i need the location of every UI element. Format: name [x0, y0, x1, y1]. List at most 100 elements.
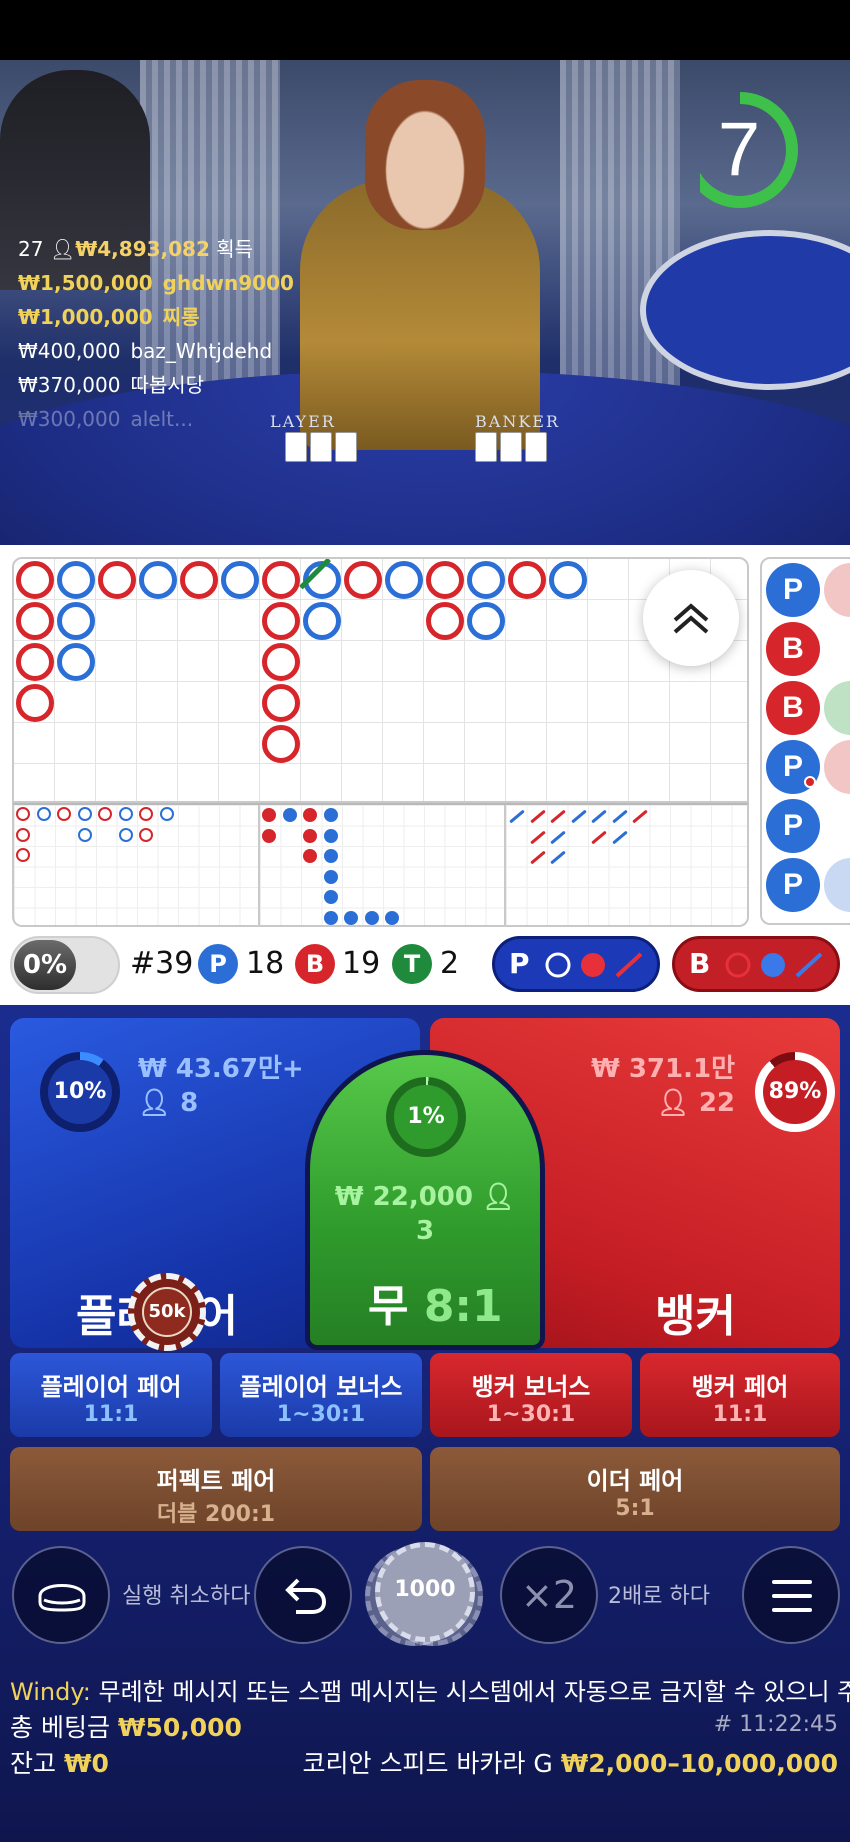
- small-road-mark: [303, 828, 317, 843]
- bead-player: P: [766, 799, 820, 853]
- banker-circle: [262, 643, 300, 681]
- game-info[interactable]: 코리안 스피드 바카라 G ₩2,000–10,000,000: [303, 1744, 838, 1780]
- player-user-count: 8: [180, 1088, 199, 1118]
- big-eye-mark: [159, 807, 174, 821]
- big-eye-mark: [118, 827, 133, 842]
- cockroach-mark: [550, 830, 566, 844]
- player-total-amount: ₩ 43.67만+: [138, 1054, 304, 1084]
- playing-card: [310, 432, 332, 462]
- menu-button[interactable]: [742, 1546, 840, 1644]
- bead-player: P: [766, 563, 820, 617]
- bead-partial: [824, 858, 850, 912]
- big-eye-mark: [36, 807, 51, 821]
- chip-value: 1000: [394, 1577, 456, 1602]
- double-button[interactable]: ×2: [500, 1546, 598, 1644]
- banker-percent: 89%: [763, 1060, 827, 1124]
- chat-user: Windy:: [10, 1678, 91, 1706]
- player-pair-bet[interactable]: 플레이어 페어 11:1: [10, 1353, 212, 1437]
- banker-bonus-bet[interactable]: 뱅커 보너스 1~30:1: [430, 1353, 632, 1437]
- banker-predict-button[interactable]: B: [672, 936, 840, 992]
- felt-banker-text: BANKER: [475, 412, 560, 431]
- banker-circle: [262, 725, 300, 763]
- player-predict-button[interactable]: P: [492, 936, 660, 992]
- table-view-button[interactable]: [12, 1546, 110, 1644]
- tie-bet-info: ₩ 22,000 👤︎ 3: [330, 1180, 520, 1248]
- tie-title-row: 무 8:1: [368, 1270, 503, 1334]
- big-eye-mark: [16, 807, 30, 821]
- player-bonus-bet[interactable]: 플레이어 보너스 1~30:1: [220, 1353, 422, 1437]
- chat-message[interactable]: Windy: 무례한 메시지 또는 스팸 메시지는 시스템에서 자동으로 금지할…: [10, 1672, 850, 1707]
- big-eye-mark: [77, 827, 92, 842]
- bead-player-pair: P: [766, 740, 820, 794]
- banker-circle: [180, 561, 218, 599]
- chevron-up-icon: [673, 603, 709, 634]
- timer-number: 7: [717, 107, 761, 192]
- either-pair-bet[interactable]: 이더 페어 5:1: [430, 1447, 840, 1531]
- tie-percent-ring: 1%: [386, 1077, 466, 1157]
- round-number: #39: [130, 946, 194, 981]
- bead-partial: [824, 681, 850, 735]
- player-circle: [221, 561, 259, 599]
- banker-count: 19: [342, 946, 381, 981]
- small-road-mark: [323, 849, 338, 863]
- big-eye-mark: [16, 827, 30, 842]
- pair-dot: [804, 776, 816, 788]
- big-eye-mark: [139, 807, 153, 821]
- winner-row: ₩1,500,000 ghdwn9000: [18, 271, 294, 295]
- countdown-timer: 7: [682, 90, 820, 210]
- banker-circle: [262, 561, 300, 599]
- perfect-pair-bet[interactable]: 퍼펙트 페어 더블 200:1: [10, 1447, 422, 1531]
- balance: 잔고 ₩0: [10, 1744, 109, 1780]
- roadmap-stats: 0% #39 P 18 B 19 T 2 P B: [0, 930, 850, 1000]
- player-circle: [57, 643, 95, 681]
- big-eye-mark: [118, 807, 133, 821]
- banker-bet-info: ₩ 371.1만 👤︎ 22: [591, 1052, 735, 1120]
- chat-text: 무례한 메시지 또는 스팸 메시지는 시스템에서 자동으로 금지할 수 있으니 …: [98, 1678, 850, 1706]
- small-road-mark: [385, 910, 399, 925]
- balance-label: 잔고: [10, 1749, 57, 1778]
- derived-roads[interactable]: [12, 803, 749, 927]
- small-road-mark: [303, 808, 317, 822]
- playing-card: [335, 432, 357, 462]
- winner-row: ₩300,000 alelt...: [18, 407, 194, 431]
- tie-title: 무: [368, 1281, 409, 1332]
- cockroach-mark: [611, 809, 628, 824]
- big-eye-mark: [139, 827, 153, 842]
- predict-icons: [545, 952, 643, 978]
- expand-roadmap-button[interactable]: [643, 570, 739, 666]
- total-bet: 총 베팅금 ₩50,000: [10, 1708, 242, 1744]
- player-bet-info: ₩ 43.67만+ 👤︎ 8: [138, 1052, 304, 1120]
- bead-road[interactable]: P B B P P P: [760, 557, 850, 925]
- total-bet-value: ₩50,000: [117, 1713, 242, 1742]
- banker-circle: [16, 684, 54, 722]
- tie-badge: T: [392, 944, 432, 984]
- table-limits: ₩2,000–10,000,000: [560, 1749, 838, 1778]
- bead-banker: B: [766, 622, 820, 676]
- player-percent: 10%: [48, 1060, 112, 1124]
- undo-button[interactable]: [254, 1546, 352, 1644]
- tie-total-amount: ₩ 22,000: [334, 1182, 473, 1212]
- placed-chip[interactable]: 50k: [128, 1273, 206, 1351]
- big-eye-mark: [98, 807, 112, 821]
- tie-user-count: 3: [415, 1216, 435, 1246]
- big-eye-mark: [16, 848, 30, 862]
- balance-value: ₩0: [63, 1749, 109, 1778]
- winners-suffix: 획득: [216, 237, 254, 261]
- percent-toggle-knob: 0%: [14, 940, 76, 990]
- player-circle: [57, 561, 95, 599]
- bead-player: P: [766, 858, 820, 912]
- player-percent-ring: 10%: [40, 1052, 120, 1132]
- small-road-mark: [344, 910, 358, 925]
- cockroach-mark: [570, 809, 587, 824]
- chip-selector[interactable]: 1000: [365, 1542, 483, 1646]
- big-road[interactable]: [12, 557, 749, 803]
- banker-pair-bet[interactable]: 뱅커 페어 11:1: [640, 1353, 840, 1437]
- person-icon: 👤︎: [656, 1088, 690, 1118]
- percent-toggle[interactable]: 0%: [10, 936, 120, 994]
- small-road-mark: [282, 808, 297, 822]
- status-bar-area: [0, 0, 850, 60]
- cockroach-mark: [632, 809, 648, 824]
- small-road-mark: [262, 828, 276, 843]
- tie-bet-spot[interactable]: 1% ₩ 22,000 👤︎ 3 무 8:1: [305, 1050, 545, 1350]
- player-circle: [549, 561, 587, 599]
